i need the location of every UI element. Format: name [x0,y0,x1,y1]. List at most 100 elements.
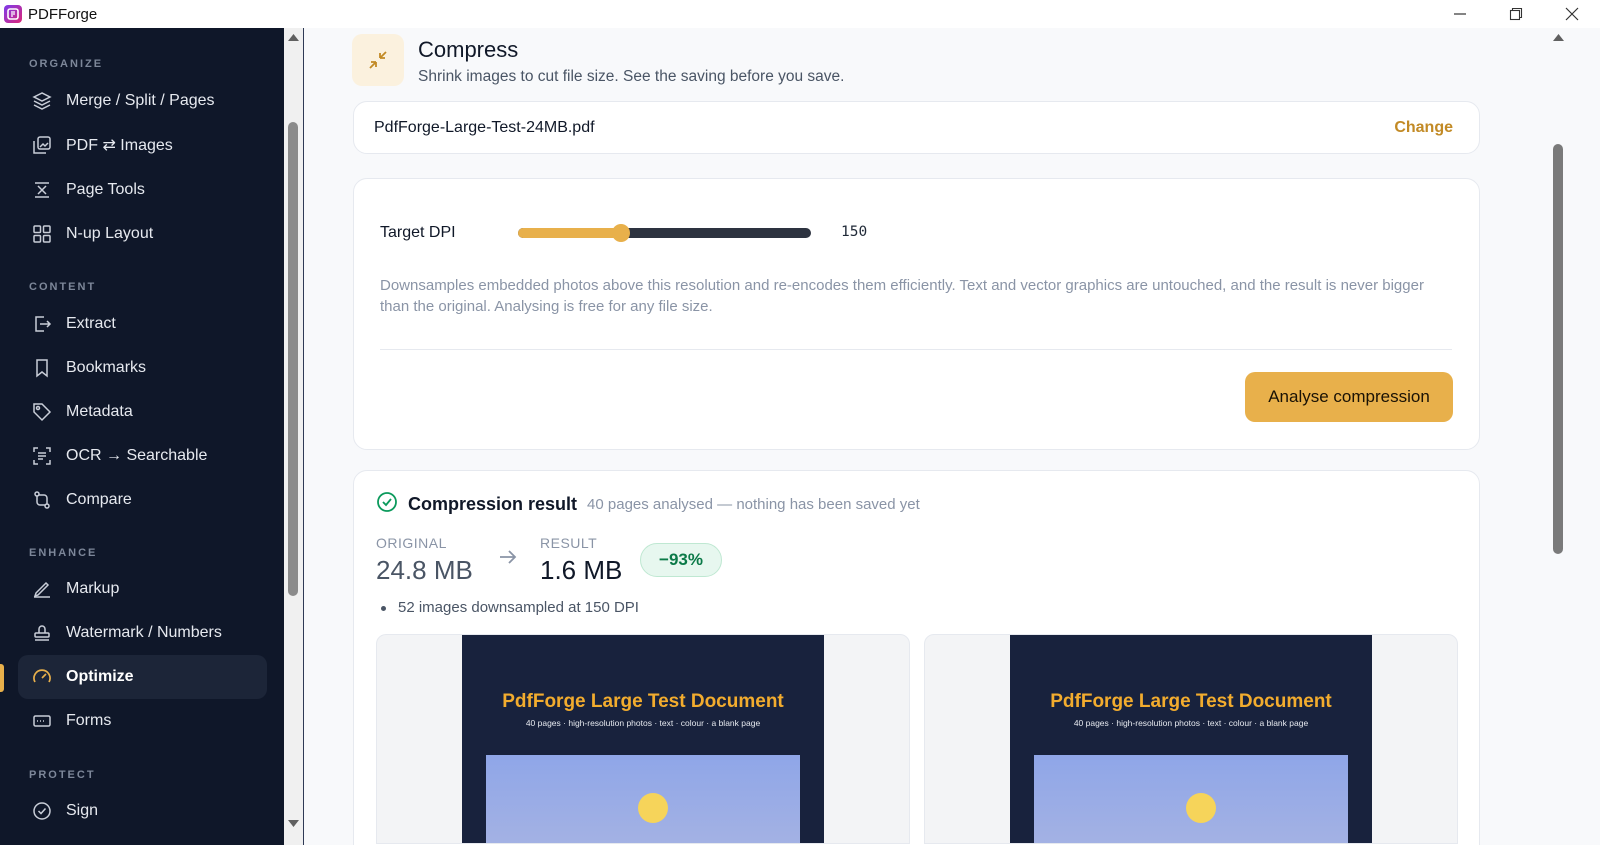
main-scroll-thumb[interactable] [1553,144,1563,554]
sidebar-item-label: Sign [66,802,99,819]
sidebar-item-label: Page Tools [66,181,145,198]
scan-text-icon [31,445,53,467]
compress-icon [352,34,404,86]
dpi-description: Downsamples embedded photos above this r… [380,277,1424,315]
result-card: Compression result 40 pages analysed — n… [353,470,1480,845]
form-icon [31,710,53,732]
sidebar-item-label: Markup [66,580,120,597]
result-header: Compression result 40 pages analysed — n… [376,491,920,518]
scroll-up-icon [288,34,299,41]
extract-icon [31,313,53,335]
sun-graphic [638,793,668,823]
sidebar-item-sign[interactable]: Sign [18,789,267,833]
preview-result: PdfForge Large Test Document 40 pages · … [924,634,1458,844]
result-meta: 40 pages analysed — nothing has been sav… [587,496,920,513]
original-label: ORIGINAL [376,535,447,551]
sidebar-item-optimize[interactable]: Optimize [18,655,267,699]
card-divider [380,349,1452,350]
sidebar-item-pdf-images[interactable]: PDF ⇄ Images [18,123,267,167]
sidebar-item-nup-layout[interactable]: N-up Layout [18,212,267,256]
saving-badge: −93% [640,543,722,577]
section-label-content: CONTENT [29,281,97,293]
sidebar-item-markup[interactable]: Markup [18,567,267,611]
settings-card: Target DPI 150 Downsamples embedded phot… [353,178,1480,450]
scroll-down-icon [288,820,299,827]
preview-original: PdfForge Large Test Document 40 pages · … [376,634,910,844]
result-size: 1.6 MB [540,555,623,585]
result-title: Compression result [408,494,578,514]
sidebar-item-label: PDF ⇄ Images [66,137,173,154]
change-file-link[interactable]: Change [1394,119,1453,137]
sidebar-item-label: Metadata [66,403,133,420]
dpi-slider-thumb[interactable] [611,224,630,242]
sidebar-scrollbar[interactable] [284,28,303,845]
main-content: Compress Shrink images to cut file size.… [304,28,1550,845]
sidebar-item-label: Bookmarks [66,359,147,376]
scroll-up-icon [1553,34,1564,41]
minimize-button[interactable] [1432,0,1488,28]
window-controls [1432,0,1600,28]
grid-icon [31,223,53,245]
stamp-icon [31,622,53,644]
preview-photo [486,755,800,843]
page-title: Compress [418,37,519,62]
dpi-value: 150 [841,224,868,240]
preview-doc-title: PdfForge Large Test Document [1050,691,1332,712]
section-label-enhance: ENHANCE [29,547,98,559]
sidebar-item-ocr[interactable]: OCR → Searchable [18,434,267,478]
close-icon [1565,7,1579,21]
preview-doc-subtitle: 40 pages · high-resolution photos · text… [1073,718,1309,728]
section-label-protect: PROTECT [29,769,96,781]
minimize-icon [1454,13,1466,15]
main-scrollbar[interactable] [1550,28,1568,845]
sidebar-item-label: Watermark / Numbers [66,624,222,641]
check-badge-icon [31,800,53,822]
sidebar-scroll-thumb[interactable] [288,122,298,596]
file-name: PdfForge-Large-Test-24MB.pdf [374,119,595,136]
title-bar: PDFForge [0,0,1600,28]
dpi-slider[interactable] [518,224,811,242]
sidebar-item-label: Extract [66,315,116,332]
section-label-organize: ORGANIZE [29,58,104,70]
restore-button[interactable] [1488,0,1544,28]
analyse-compression-button[interactable]: Analyse compression [1245,372,1453,422]
sidebar-item-metadata[interactable]: Metadata [18,390,267,434]
page-subtitle: Shrink images to cut file size. See the … [418,68,845,85]
compare-icon [31,489,53,511]
restore-icon [1509,7,1523,21]
tag-icon [31,401,53,423]
preview-doc-subtitle: 40 pages · high-resolution photos · text… [525,718,761,728]
images-icon [31,134,53,156]
sidebar-item-watermark[interactable]: Watermark / Numbers [18,611,267,655]
sidebar: ORGANIZE Merge / Split / Pages PDF ⇄ Ima… [0,28,284,845]
document-page-preview: PdfForge Large Test Document 40 pages · … [462,635,824,843]
arrow-right-icon [498,549,518,570]
close-button[interactable] [1544,0,1600,28]
bookmark-icon [31,357,53,379]
sidebar-item-label: Forms [66,712,112,729]
sidebar-item-forms[interactable]: Forms [18,699,267,743]
bullet-icon [381,606,386,611]
gauge-icon [31,666,53,688]
sidebar-item-label: Compare [66,491,132,508]
original-size: 24.8 MB [376,555,473,585]
sidebar-item-compare[interactable]: Compare [18,478,267,522]
sidebar-item-extract[interactable]: Extract [18,302,267,346]
sidebar-item-label: OCR → Searchable [66,447,208,464]
preview-photo [1034,755,1348,843]
check-circle-icon [376,491,398,518]
sidebar-item-bookmarks[interactable]: Bookmarks [18,346,267,390]
pen-icon [31,578,53,600]
result-detail: 52 images downsampled at 150 DPI [398,599,639,616]
result-label: RESULT [540,535,598,551]
file-card: PdfForge-Large-Test-24MB.pdf Change [353,101,1480,154]
window-title: PDFForge [28,5,98,23]
active-indicator [0,664,4,692]
dpi-slider-fill [518,228,621,238]
sun-graphic [1186,793,1216,823]
sidebar-item-page-tools[interactable]: Page Tools [18,168,267,212]
preview-doc-title: PdfForge Large Test Document [502,691,784,712]
dpi-label: Target DPI [380,224,456,241]
page-tools-icon [31,179,53,201]
sidebar-item-merge-split[interactable]: Merge / Split / Pages [18,79,267,123]
